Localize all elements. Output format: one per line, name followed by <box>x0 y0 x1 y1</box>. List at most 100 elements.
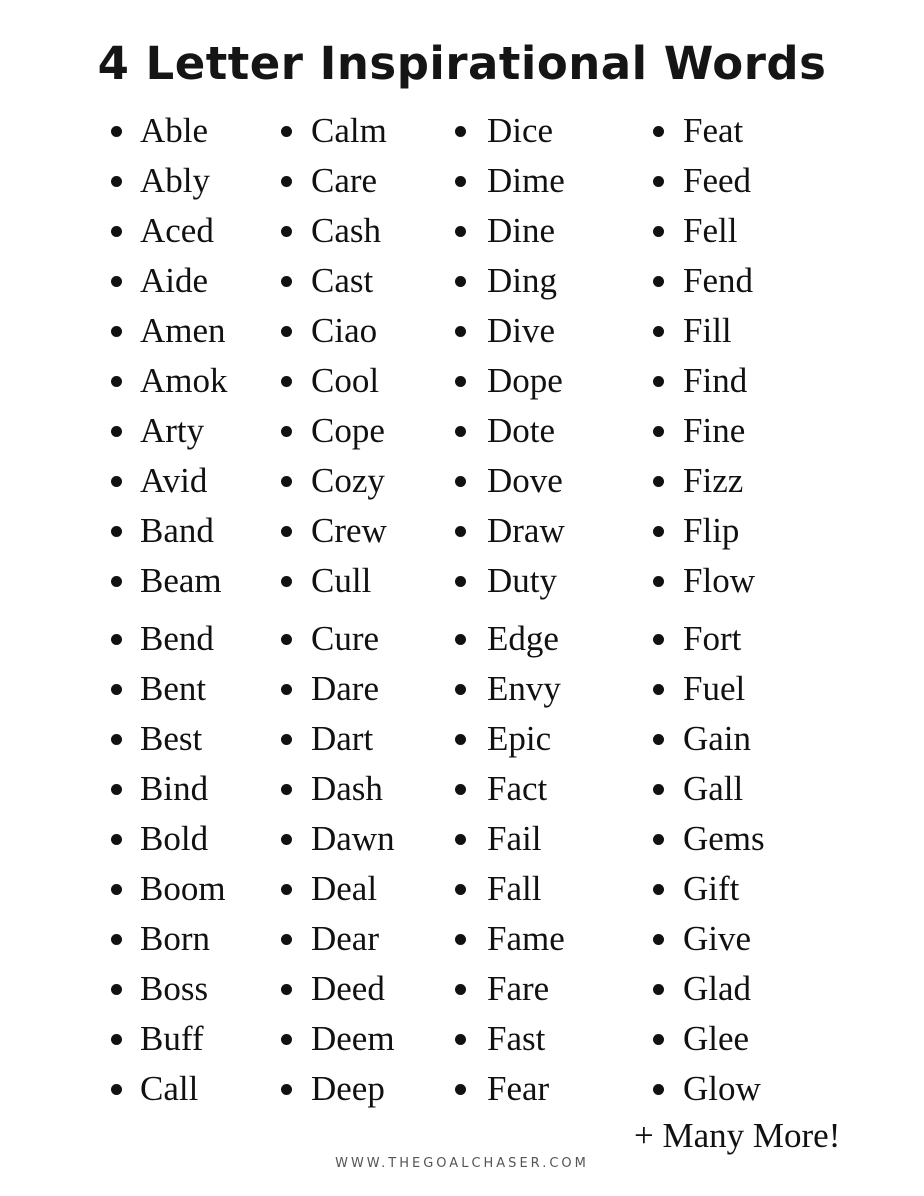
bullet-icon <box>653 176 664 187</box>
bullet-icon <box>455 984 466 995</box>
bullet-icon <box>111 834 122 845</box>
bullet-icon <box>111 526 122 537</box>
bullet-icon <box>281 476 292 487</box>
bullet-icon <box>455 634 466 645</box>
bullet-icon <box>111 226 122 237</box>
website-footer: WWW.THEGOALCHASER.COM <box>335 1156 589 1171</box>
bullet-icon <box>653 984 664 995</box>
word-text: Aced <box>140 211 214 250</box>
bullet-icon <box>281 1034 292 1045</box>
bullet-icon <box>111 734 122 745</box>
word-text: Best <box>140 719 203 758</box>
bullet-icon <box>281 576 292 587</box>
bullet-icon <box>111 476 122 487</box>
bullet-icon <box>455 734 466 745</box>
word-text: Fame <box>487 919 565 958</box>
word-text: Amen <box>140 311 226 350</box>
word-text: Dear <box>311 919 380 958</box>
bullet-icon <box>111 126 122 137</box>
word-text: Glad <box>683 969 752 1008</box>
word-text: Fine <box>683 411 746 450</box>
bullet-icon <box>111 1084 122 1095</box>
bullet-icon <box>111 634 122 645</box>
word-text: Find <box>683 361 748 400</box>
word-text: Bind <box>140 769 209 808</box>
word-text: Dive <box>487 311 556 350</box>
bullet-icon <box>653 376 664 387</box>
word-text: Gems <box>683 819 765 858</box>
bullet-icon <box>455 884 466 895</box>
word-text: Bent <box>140 669 207 708</box>
word-text: Born <box>140 919 210 958</box>
bullet-icon <box>281 1084 292 1095</box>
word-text: Cull <box>311 561 372 600</box>
bullet-icon <box>653 326 664 337</box>
bullet-icon <box>455 1034 466 1045</box>
word-text: Glow <box>683 1069 761 1108</box>
word-text: Dawn <box>311 819 395 858</box>
word-text: Cast <box>311 261 374 300</box>
word-text: Ding <box>487 261 557 300</box>
word-text: Gain <box>683 719 752 758</box>
word-text: Arty <box>140 411 205 450</box>
word-text: Ciao <box>311 311 378 350</box>
word-text: Cozy <box>311 461 385 500</box>
word-text: Dine <box>487 211 556 250</box>
word-text: Fuel <box>683 669 746 708</box>
bullet-icon <box>281 426 292 437</box>
bullet-icon <box>653 1084 664 1095</box>
word-text: Envy <box>487 669 561 708</box>
bullet-icon <box>281 276 292 287</box>
word-text: Flow <box>683 561 755 600</box>
word-text: Band <box>140 511 214 550</box>
bullet-icon <box>455 476 466 487</box>
word-text: Able <box>140 111 209 150</box>
bullet-icon <box>455 684 466 695</box>
bullet-icon <box>281 634 292 645</box>
word-text: Fizz <box>683 461 744 500</box>
bullet-icon <box>111 1034 122 1045</box>
word-text: Deal <box>311 869 378 908</box>
bullet-icon <box>111 326 122 337</box>
word-text: Deed <box>311 969 385 1008</box>
word-text: Bend <box>140 619 214 658</box>
word-text: Fear <box>487 1069 550 1108</box>
bullet-icon <box>281 784 292 795</box>
bullet-icon <box>281 526 292 537</box>
bullet-icon <box>281 984 292 995</box>
word-text: Deem <box>311 1019 395 1058</box>
word-text: Gall <box>683 769 744 808</box>
bullet-icon <box>653 734 664 745</box>
bullet-icon <box>653 476 664 487</box>
word-text: Cool <box>311 361 380 400</box>
word-text: Dash <box>311 769 383 808</box>
word-text: Draw <box>487 511 565 550</box>
word-text: Duty <box>487 561 557 600</box>
word-text: Flip <box>683 511 740 550</box>
word-text: Call <box>140 1069 199 1108</box>
bullet-icon <box>111 176 122 187</box>
bullet-icon <box>653 684 664 695</box>
bullet-icon <box>653 426 664 437</box>
word-text: Fall <box>487 869 542 908</box>
word-text: Fend <box>683 261 753 300</box>
bullet-icon <box>111 276 122 287</box>
bullet-icon <box>653 634 664 645</box>
bullet-icon <box>455 576 466 587</box>
word-text: Epic <box>487 719 552 758</box>
word-text: Fell <box>683 211 738 250</box>
word-text: Feed <box>683 161 752 200</box>
word-text: Dart <box>311 719 374 758</box>
bullet-icon <box>281 126 292 137</box>
bullet-icon <box>653 784 664 795</box>
bullet-icon <box>653 1034 664 1045</box>
bullet-icon <box>111 884 122 895</box>
bullet-icon <box>455 426 466 437</box>
word-text: Dare <box>311 669 380 708</box>
word-text: Amok <box>140 361 228 400</box>
word-text: Gift <box>683 869 740 908</box>
word-text: Cure <box>311 619 380 658</box>
word-text: Care <box>311 161 378 200</box>
bullet-icon <box>653 526 664 537</box>
bullet-icon <box>455 934 466 945</box>
